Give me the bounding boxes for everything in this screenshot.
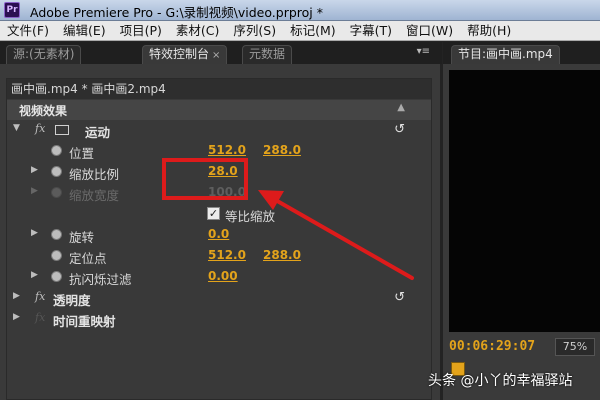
- program-monitor-tabstrip: 节目:画中画.mp4: [443, 42, 600, 64]
- program-timecode[interactable]: 00:06:29:07: [449, 339, 535, 354]
- zoom-level-select[interactable]: 75%: [555, 338, 595, 356]
- watermark: 头条 @小丫的幸福驿站: [428, 373, 573, 389]
- tab-program-label: 节目:画中画.mp4: [458, 47, 553, 61]
- program-video-display[interactable]: [449, 70, 600, 332]
- program-monitor-panel: 00:06:29:07 75%: [443, 64, 600, 400]
- tab-program[interactable]: 节目:画中画.mp4: [451, 45, 560, 64]
